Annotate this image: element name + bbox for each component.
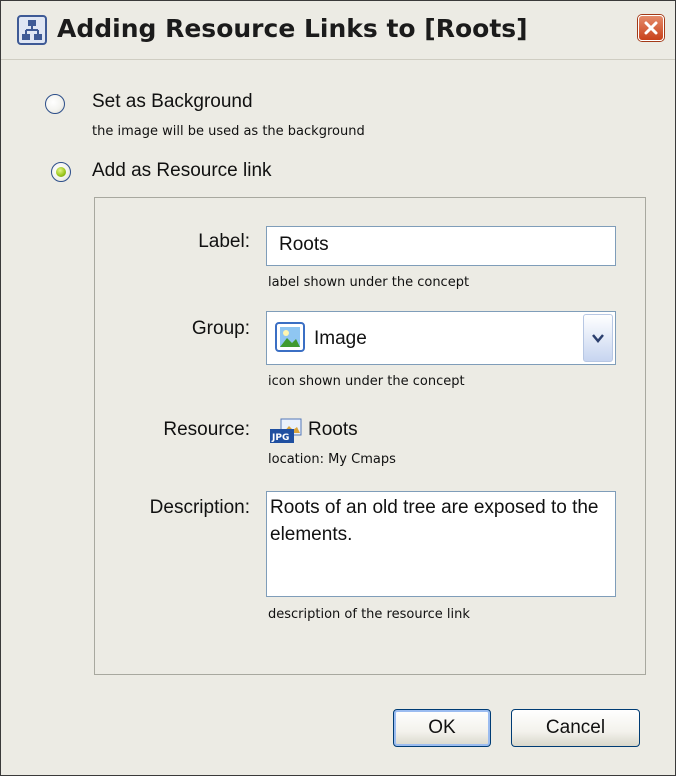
description-hint: description of the resource link: [268, 607, 470, 622]
group-select[interactable]: Image: [266, 311, 616, 365]
group-select-value: Image: [314, 328, 367, 349]
resource-location: location: My Cmaps: [268, 452, 396, 467]
resource-name: Roots: [308, 419, 358, 440]
close-x-icon: [644, 21, 658, 35]
svg-text:JPG: JPG: [271, 433, 289, 443]
label-input[interactable]: Roots: [266, 226, 616, 266]
label-hint: label shown under the concept: [268, 275, 470, 290]
title-bar[interactable]: Adding Resource Links to [Roots]: [1, 1, 675, 60]
dialog-title: Adding Resource Links to [Roots]: [57, 14, 528, 43]
cmap-tools-icon: [17, 15, 47, 45]
description-caption: Description:: [149, 497, 250, 518]
set-as-background-description: the image will be used as the background: [92, 124, 365, 139]
group-hint: icon shown under the concept: [268, 374, 465, 389]
group-caption: Group:: [191, 318, 250, 339]
group-dropdown-button[interactable]: [583, 314, 613, 362]
chevron-down-icon: [592, 334, 604, 343]
cancel-button[interactable]: Cancel: [511, 709, 640, 747]
ok-button[interactable]: OK: [393, 709, 491, 747]
close-button[interactable]: [638, 15, 664, 41]
set-as-background-label[interactable]: Set as Background: [92, 91, 253, 113]
add-as-resource-link-radio[interactable]: [51, 162, 71, 182]
description-textarea[interactable]: Roots of an old tree are exposed to the …: [266, 491, 616, 597]
label-caption: Label:: [198, 231, 250, 252]
image-icon: [275, 322, 305, 352]
radio-selected-dot: [56, 167, 66, 177]
dialog-window: Adding Resource Links to [Roots] Set as …: [0, 0, 676, 776]
add-as-resource-link-label[interactable]: Add as Resource link: [92, 160, 272, 182]
resource-caption: Resource:: [163, 419, 250, 440]
set-as-background-radio[interactable]: [45, 94, 65, 114]
jpg-file-icon: JPG: [269, 418, 303, 444]
label-input-value: Roots: [279, 234, 329, 255]
